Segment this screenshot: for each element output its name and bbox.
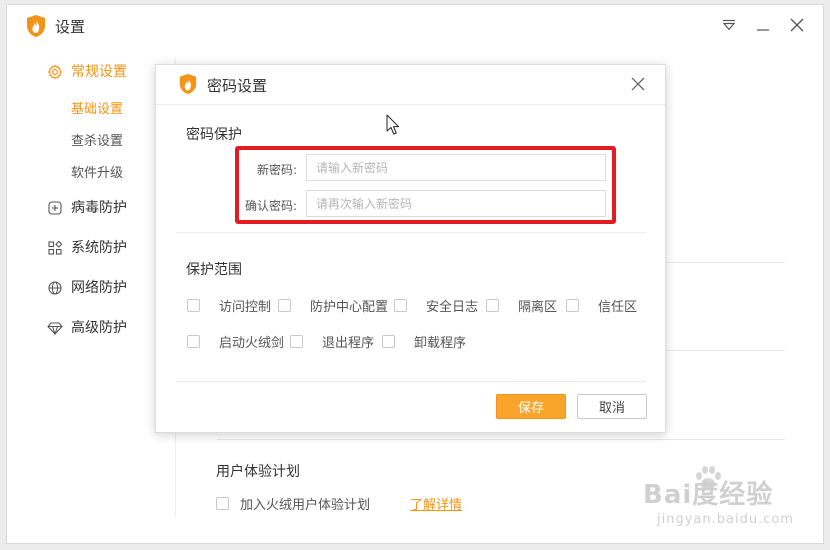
checkbox-label: 访问控制 [219,300,272,315]
sidebar-subitem-scan[interactable]: 查杀设置 [7,123,177,155]
scope-checkbox-quarantine[interactable]: 隔离区 [486,296,557,315]
gear-icon [47,64,63,80]
sidebar-item-label: 高级防护 [71,320,127,336]
checkbox[interactable] [278,299,291,312]
menu-dropdown-button[interactable] [719,15,739,35]
user-experience-checkbox-row: 加入火绒用户体验计划 了解详情 [216,494,462,513]
baidu-jingyan-watermark: Bai度经验 jingyan.baidu.com [635,462,825,542]
user-experience-section-title: 用户体验计划 [216,464,300,480]
huorong-shield-logo-icon [179,74,197,94]
dialog-divider [176,232,646,233]
dialog-close-icon[interactable] [629,75,647,93]
checkbox-label: 安全日志 [426,300,479,315]
confirm-password-label: 确认密码: [244,199,297,213]
sidebar-item-general[interactable]: 常规设置 [7,51,177,91]
scope-checkbox-uninstall[interactable]: 卸载程序 [382,332,466,351]
sidebar-item-advanced-protection[interactable]: 高级防护 [7,307,177,347]
dropdown-triangle-icon [722,19,736,31]
dialog-header: 密码设置 [156,65,665,105]
sidebar: 常规设置 基础设置 查杀设置 软件升级 病毒防护 系统防护 网络防护 高级防护 [7,51,177,347]
sidebar-item-label: 系统防护 [71,240,127,256]
password-protection-section-title: 密码保护 [186,127,242,143]
sidebar-item-virus-protection[interactable]: 病毒防护 [7,187,177,227]
confirm-password-input[interactable] [306,190,606,217]
scope-checkbox-center-config[interactable]: 防护中心配置 [278,296,388,315]
minimize-button[interactable] [753,15,773,35]
title-bar: 设置 [7,5,823,45]
checkbox-label: 卸载程序 [414,336,467,351]
sidebar-item-label: 网络防护 [71,280,127,296]
scope-checkbox-exit-program[interactable]: 退出程序 [290,332,374,351]
huorong-shield-logo-icon [27,15,45,37]
cancel-button[interactable]: 取消 [577,394,647,419]
checkbox-label: 信任区 [598,300,638,315]
checkbox[interactable] [394,299,407,312]
scope-checkbox-trust-zone[interactable]: 信任区 [566,296,637,315]
plus-square-icon [48,201,62,215]
grid-icon [48,240,63,255]
close-window-button[interactable] [787,15,807,35]
protection-scope-section-title: 保护范围 [186,262,242,278]
sidebar-item-system-protection[interactable]: 系统防护 [7,227,177,267]
scope-checkbox-security-log[interactable]: 安全日志 [394,296,478,315]
content-divider [217,439,785,440]
checkbox-label: 启动火绒剑 [219,336,285,351]
mouse-cursor-icon [386,114,399,135]
checkbox[interactable] [382,335,395,348]
save-button[interactable]: 保存 [496,394,566,419]
window-title: 设置 [55,18,86,36]
sidebar-item-label: 常规设置 [71,64,127,80]
checkbox-label: 退出程序 [322,336,375,351]
sidebar-item-label: 病毒防护 [71,200,127,216]
new-password-input[interactable] [306,154,606,181]
globe-icon [48,281,62,295]
scope-checkbox-access-control[interactable]: 访问控制 [187,296,271,315]
checkbox[interactable] [486,299,499,312]
dialog-divider [176,381,646,382]
password-settings-dialog: 密码设置 密码保护 新密码: 确认密码: 保护范围 访问控制 防护中心配置 安全… [155,64,666,433]
checkbox[interactable] [187,335,200,348]
minimize-icon [757,29,769,31]
sidebar-item-network-protection[interactable]: 网络防护 [7,267,177,307]
checkbox-label: 隔离区 [518,300,558,315]
watermark-text: Bai度经验 [643,480,774,510]
checkbox[interactable] [290,335,303,348]
checkbox[interactable] [566,299,579,312]
diamond-icon [47,322,63,336]
sidebar-subitem-basic[interactable]: 基础设置 [7,91,177,123]
new-password-label: 新密码: [256,163,297,177]
sidebar-subitem-upgrade[interactable]: 软件升级 [7,155,177,187]
close-icon [790,18,804,32]
dialog-title: 密码设置 [207,77,268,95]
scope-checkbox-launch-sword[interactable]: 启动火绒剑 [187,332,284,351]
watermark-url: jingyan.baidu.com [657,512,794,527]
user-experience-checkbox-label: 加入火绒用户体验计划 [240,498,371,513]
learn-more-link[interactable]: 了解详情 [410,494,462,513]
checkbox[interactable] [187,299,200,312]
user-experience-checkbox[interactable] [216,497,229,510]
checkbox-label: 防护中心配置 [310,300,389,315]
